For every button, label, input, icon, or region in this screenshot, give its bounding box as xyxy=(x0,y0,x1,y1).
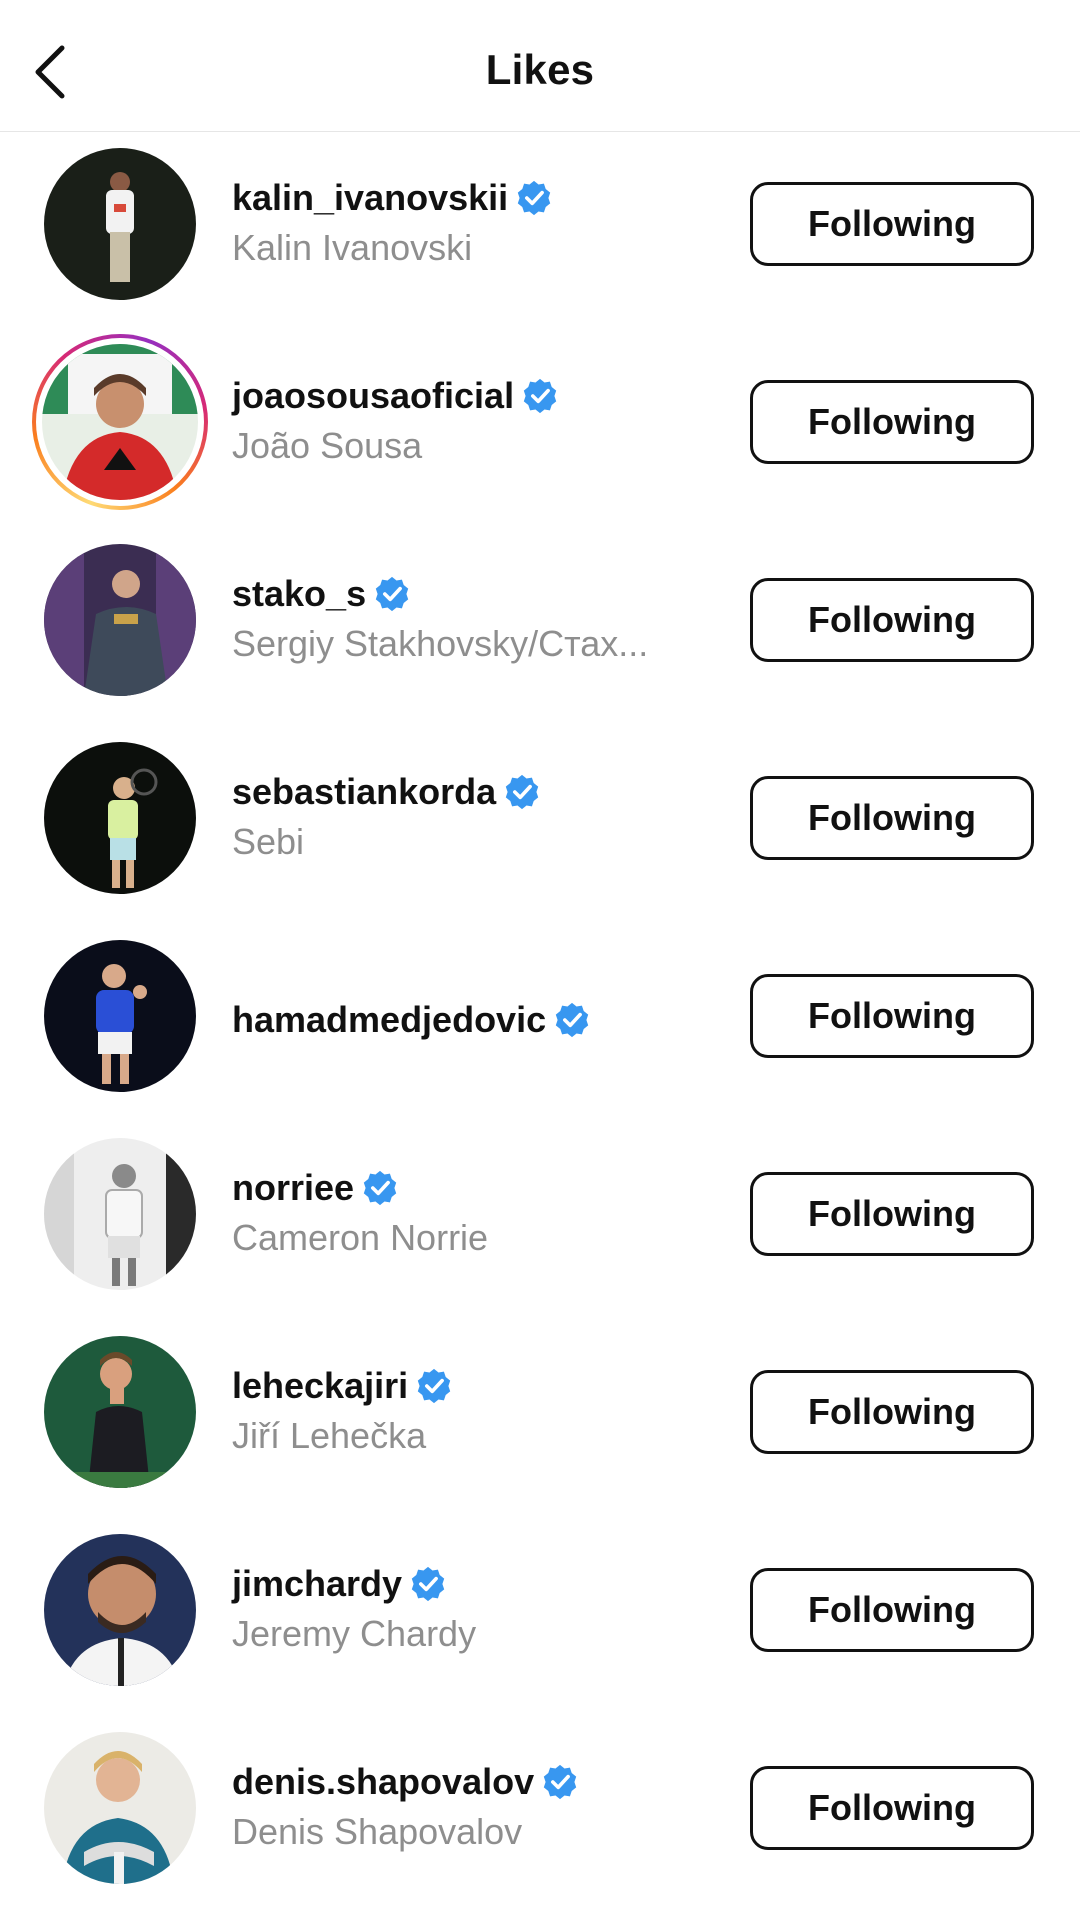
verified-badge-icon xyxy=(517,180,551,216)
avatar[interactable] xyxy=(44,940,196,1092)
full-name: Cameron Norrie xyxy=(232,1217,489,1258)
user-texts: kalin_ivanovskii Kalin Ivanovski xyxy=(232,176,692,270)
list-item[interactable]: stako_s Sergiy Stakhovsky/Стах... Follow… xyxy=(0,528,1080,726)
username[interactable]: sebastiankorda xyxy=(232,770,496,814)
verified-badge-icon xyxy=(543,1764,577,1800)
following-button[interactable]: Following xyxy=(750,1172,1034,1256)
avatar[interactable] xyxy=(44,148,196,300)
likes-list: kalin_ivanovskii Kalin Ivanovski Followi… xyxy=(0,132,1080,1914)
full-name: Sebi xyxy=(232,821,305,862)
username[interactable]: kalin_ivanovskii xyxy=(232,176,508,220)
verified-badge-icon xyxy=(555,1002,589,1038)
list-item[interactable]: sebastiankorda Sebi Following xyxy=(0,726,1080,924)
user-texts: sebastiankorda Sebi xyxy=(232,770,692,864)
list-item[interactable]: norriee Cameron Norrie Following xyxy=(0,1122,1080,1320)
avatar[interactable] xyxy=(44,1534,196,1686)
user-texts: leheckajiri Jiří Lehečka xyxy=(232,1364,692,1458)
username[interactable]: leheckajiri xyxy=(232,1364,408,1408)
username[interactable]: stako_s xyxy=(232,572,366,616)
verified-badge-icon xyxy=(523,378,557,414)
user-texts: denis.shapovalov Denis Shapovalov xyxy=(232,1760,692,1854)
following-button[interactable]: Following xyxy=(750,974,1034,1058)
list-item[interactable]: denis.shapovalov Denis Shapovalov Follow… xyxy=(0,1716,1080,1914)
following-button[interactable]: Following xyxy=(750,1766,1034,1850)
avatar[interactable] xyxy=(44,544,196,696)
verified-badge-icon xyxy=(411,1566,445,1602)
avatar[interactable] xyxy=(44,1138,196,1290)
list-item[interactable]: jimchardy Jeremy Chardy Following xyxy=(0,1518,1080,1716)
full-name: Sergiy Stakhovsky/Стах... xyxy=(232,623,649,664)
verified-badge-icon xyxy=(363,1170,397,1206)
list-item[interactable]: kalin_ivanovskii Kalin Ivanovski Followi… xyxy=(0,132,1080,330)
user-texts: stako_s Sergiy Stakhovsky/Стах... xyxy=(232,572,692,666)
user-texts: hamadmedjedovic xyxy=(232,998,692,1042)
avatar[interactable] xyxy=(44,742,196,894)
following-button[interactable]: Following xyxy=(750,182,1034,266)
following-button[interactable]: Following xyxy=(750,1370,1034,1454)
username[interactable]: norriee xyxy=(232,1166,354,1210)
avatar[interactable] xyxy=(44,1336,196,1488)
list-item[interactable]: leheckajiri Jiří Lehečka Following xyxy=(0,1320,1080,1518)
full-name: Jeremy Chardy xyxy=(232,1613,477,1654)
page-title: Likes xyxy=(485,46,595,93)
username[interactable]: joaosousaoficial xyxy=(232,374,514,418)
verified-badge-icon xyxy=(417,1368,451,1404)
username[interactable]: hamadmedjedovic xyxy=(232,998,546,1042)
username[interactable]: denis.shapovalov xyxy=(232,1760,534,1804)
full-name: João Sousa xyxy=(232,425,423,466)
list-item[interactable]: hamadmedjedovic Following xyxy=(0,924,1080,1122)
user-texts: jimchardy Jeremy Chardy xyxy=(232,1562,692,1656)
following-button[interactable]: Following xyxy=(750,380,1034,464)
avatar[interactable] xyxy=(42,344,198,500)
username[interactable]: jimchardy xyxy=(232,1562,402,1606)
verified-badge-icon xyxy=(375,576,409,612)
following-button[interactable]: Following xyxy=(750,578,1034,662)
top-bar: Likes xyxy=(0,0,1080,132)
user-texts: norriee Cameron Norrie xyxy=(232,1166,692,1260)
list-item[interactable]: joaosousaoficial João Sousa Following xyxy=(0,330,1080,528)
user-texts: joaosousaoficial João Sousa xyxy=(232,374,692,468)
full-name: Denis Shapovalov xyxy=(232,1811,523,1852)
following-button[interactable]: Following xyxy=(750,1568,1034,1652)
verified-badge-icon xyxy=(505,774,539,810)
full-name: Jiří Lehečka xyxy=(232,1415,427,1456)
full-name: Kalin Ivanovski xyxy=(232,227,473,268)
following-button[interactable]: Following xyxy=(750,776,1034,860)
avatar[interactable] xyxy=(44,1732,196,1884)
